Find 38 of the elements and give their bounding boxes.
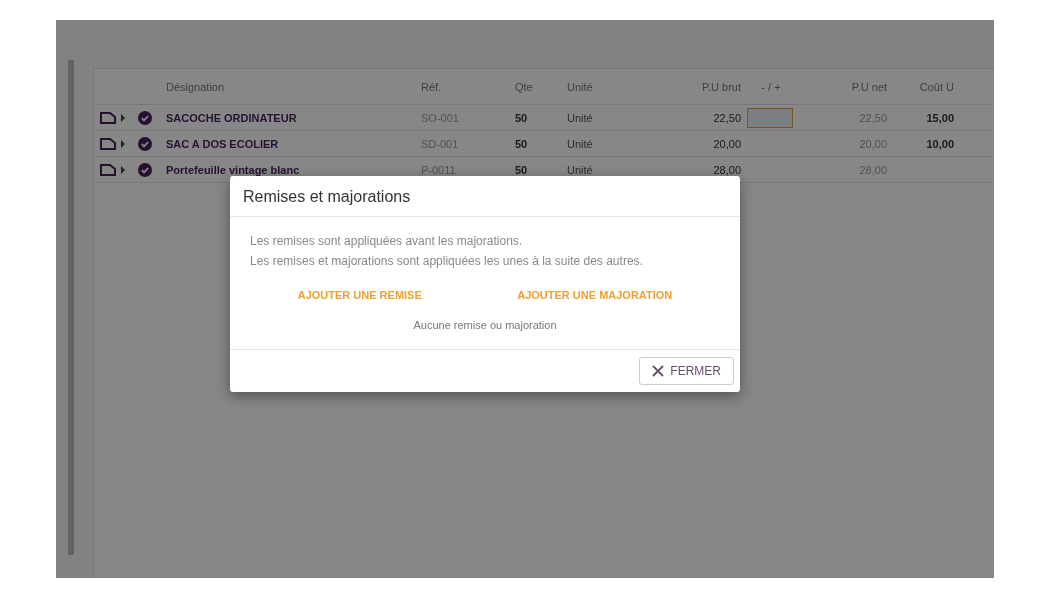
column-header: Coût U xyxy=(918,80,954,93)
column-header: P.U net xyxy=(850,80,887,93)
close-icon xyxy=(652,365,665,377)
caret-icon[interactable] xyxy=(120,139,126,148)
adjustment-field[interactable] xyxy=(747,107,793,128)
info-text: Les remises et majorations sont appliquées les unes à la suite des autres. xyxy=(250,253,644,270)
table-cell-text: SACOCHE ORDINATEUR xyxy=(165,111,298,124)
table-cell-text: 22,50 xyxy=(712,111,741,124)
table-cell-text: 50 xyxy=(514,111,529,124)
table-cell-text: Unité xyxy=(566,163,594,176)
table-cell-text: 15,00 xyxy=(925,111,954,124)
table-cell-text: 50 xyxy=(514,137,529,150)
column-header: Désignation xyxy=(165,80,226,93)
add-link-button[interactable]: AJOUTER UNE REMISE xyxy=(291,285,428,305)
scrollbar[interactable] xyxy=(68,60,74,555)
add-link-button[interactable]: AJOUTER UNE MAJORATION xyxy=(511,285,679,305)
column-header: P.U brut xyxy=(701,80,741,93)
column-header: Qte xyxy=(514,80,534,93)
caret-icon[interactable] xyxy=(120,113,126,122)
dialog-title: Remises et majorations xyxy=(230,176,740,217)
column-header: - / + xyxy=(760,80,782,93)
table-cell-text: SAC A DOS ECOLIER xyxy=(165,137,280,150)
table-cell-text: Unité xyxy=(566,111,594,124)
info-text: Les remises sont appliquées avant les majorations. xyxy=(250,233,524,250)
table-cell-text: 50 xyxy=(514,163,529,176)
table-cell-text: 28,00 xyxy=(712,163,741,176)
table-cell-text: 10,00 xyxy=(925,137,954,150)
folder-icon[interactable] xyxy=(100,137,116,150)
caret-icon[interactable] xyxy=(120,165,126,174)
folder-icon[interactable] xyxy=(100,111,116,124)
folder-icon[interactable] xyxy=(100,163,116,176)
close-button[interactable]: FERMER xyxy=(639,357,734,385)
column-header: Réf. xyxy=(420,80,443,93)
table-cell-text: Portefeuille vintage blanc xyxy=(165,163,301,176)
table-cell-text: 20,00 xyxy=(712,137,741,150)
table-cell-text: Unité xyxy=(566,137,594,150)
empty-note: Aucune remise ou majoration xyxy=(412,319,558,331)
column-header: Unité xyxy=(566,80,594,93)
